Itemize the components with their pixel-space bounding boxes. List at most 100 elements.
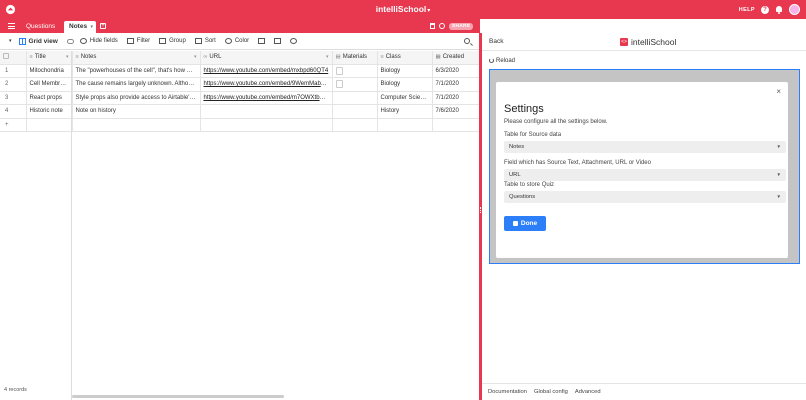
- row-height-icon[interactable]: [258, 38, 266, 44]
- blocks-button[interactable]: BLOCKS: [482, 22, 516, 28]
- cell-created[interactable]: 7/1/2020: [432, 77, 480, 92]
- cell-url[interactable]: https://www.youtube.com/embed/9WemMabX_U: [200, 77, 333, 92]
- frozen-column-divider: [71, 51, 72, 400]
- cell-notes[interactable]: The "powerhouses of the cell", that's ho…: [72, 64, 201, 78]
- source-field-select[interactable]: URL ▼: [504, 169, 786, 181]
- search-icon[interactable]: [464, 38, 470, 44]
- help-icon[interactable]: ?: [761, 5, 769, 14]
- column-header-created[interactable]: ▦ Created: [432, 51, 480, 65]
- cell-title[interactable]: React props: [26, 91, 73, 105]
- cell-notes[interactable]: The cause remains largely unknown. Altho…: [72, 77, 201, 92]
- cell-title[interactable]: Historic note: [26, 104, 73, 119]
- record-count: 4 records: [4, 387, 27, 393]
- attachment-thumbnail[interactable]: [335, 80, 343, 89]
- cell-url[interactable]: https://www.youtube.com/embed/mxbpd60QT4: [200, 64, 333, 78]
- chevron-down-icon: ▼: [776, 172, 781, 177]
- source-table-label: Table for Source data: [504, 132, 562, 138]
- cell-title[interactable]: Mitochondria: [26, 64, 73, 78]
- row-number: 1: [0, 64, 27, 78]
- cell-created[interactable]: 6/3/2020: [432, 64, 480, 78]
- column-header-notes[interactable]: ≡ Notes ▾: [72, 51, 201, 65]
- base-title[interactable]: intelliSchool▾: [0, 4, 806, 14]
- tab-questions[interactable]: Questions: [21, 21, 60, 33]
- cell-materials[interactable]: [332, 64, 378, 78]
- advanced-link[interactable]: Advanced: [575, 389, 601, 395]
- view-switcher[interactable]: Grid view: [18, 37, 58, 45]
- done-button[interactable]: Done: [504, 216, 546, 231]
- share-button[interactable]: SHARE: [449, 22, 474, 30]
- settings-title: Settings: [504, 103, 544, 115]
- tab-notes[interactable]: Notes ▾: [64, 21, 96, 33]
- column-header-title[interactable]: ≡ Title ▾: [26, 51, 73, 65]
- source-field-label: Field which has Source Text, Attachment,…: [504, 160, 651, 166]
- drag-handle-icon[interactable]: [480, 207, 481, 213]
- back-button[interactable]: Back: [489, 38, 503, 45]
- chevron-down-icon: ▾: [427, 8, 431, 14]
- column-header-materials[interactable]: ▤ Materials: [332, 51, 378, 65]
- add-table-button[interactable]: +: [100, 23, 106, 29]
- attachment-icon: ▤: [335, 54, 341, 61]
- reload-icon: [489, 58, 494, 63]
- column-header-url[interactable]: ∞ URL ▾: [200, 51, 333, 65]
- cell-class[interactable]: History: [377, 104, 433, 119]
- documentation-link[interactable]: Documentation: [488, 389, 527, 395]
- cell-notes[interactable]: Style props also provide access to Airta…: [72, 91, 201, 105]
- settings-dialog: × Settings Please configure all the sett…: [496, 82, 788, 258]
- column-header-class[interactable]: ≡ Class: [377, 51, 433, 65]
- help-link[interactable]: HELP: [739, 7, 755, 13]
- cell-notes[interactable]: Note on history: [72, 104, 201, 119]
- cell-class[interactable]: Computer Science: [377, 91, 433, 105]
- group-button[interactable]: Group: [159, 38, 186, 44]
- cell-title[interactable]: Cell Membrane: [26, 77, 73, 92]
- collaborators-icon[interactable]: [66, 38, 74, 44]
- hide-fields-button[interactable]: Hide fields: [79, 38, 118, 44]
- hamburger-menu-icon[interactable]: [8, 23, 15, 29]
- trash-icon[interactable]: [430, 23, 435, 29]
- history-icon[interactable]: [439, 23, 445, 29]
- filter-button[interactable]: Filter: [126, 38, 150, 44]
- reload-button[interactable]: Reload: [489, 58, 515, 64]
- row-number: 3: [0, 91, 27, 105]
- close-icon[interactable]: ×: [776, 87, 781, 96]
- cell-class[interactable]: Biology: [377, 64, 433, 78]
- cell-materials[interactable]: [332, 104, 378, 119]
- horizontal-scrollbar[interactable]: [72, 395, 284, 398]
- filter-icon: [126, 38, 134, 44]
- group-icon: [159, 38, 167, 44]
- quiz-table-label: Table to store Quiz: [504, 182, 555, 188]
- block-title: <> intelliSchool: [620, 37, 677, 47]
- cell-created[interactable]: 7/6/2020: [432, 104, 480, 119]
- block-frame: × Settings Please configure all the sett…: [489, 69, 800, 264]
- user-avatar[interactable]: [789, 4, 800, 15]
- thumbs-up-icon: [512, 220, 518, 226]
- cell-class[interactable]: Biology: [377, 77, 433, 92]
- row-number: 4: [0, 104, 27, 119]
- cell-materials[interactable]: [332, 77, 378, 92]
- link-icon: ∞: [203, 54, 208, 61]
- quiz-table-select[interactable]: Questions ▼: [504, 191, 786, 203]
- date-icon: ▦: [435, 54, 441, 61]
- cell-url[interactable]: [200, 104, 333, 119]
- source-table-select[interactable]: Notes ▼: [504, 141, 786, 153]
- sort-button[interactable]: Sort: [194, 38, 216, 44]
- chevron-down-icon[interactable]: ▾: [9, 38, 12, 44]
- cell-created[interactable]: 7/1/2020: [432, 91, 480, 105]
- table-tabs: Questions Notes ▾ +: [0, 19, 480, 33]
- cell-materials[interactable]: [332, 91, 378, 105]
- blocks-icon: [482, 22, 488, 28]
- text-field-icon: ≡: [29, 54, 33, 61]
- notifications-bell-icon[interactable]: [775, 5, 783, 14]
- grid-icon: [18, 37, 26, 45]
- color-button[interactable]: Color: [224, 38, 249, 44]
- select-all-checkbox[interactable]: [0, 51, 27, 65]
- add-record-button[interactable]: +: [0, 118, 27, 132]
- eye-off-icon: [79, 38, 87, 44]
- text-field-icon: ≡: [380, 54, 384, 61]
- chevron-down-icon[interactable]: ▾: [90, 21, 93, 33]
- global-config-link[interactable]: Global config: [534, 389, 568, 395]
- more-options-icon[interactable]: [290, 38, 298, 44]
- share-view-icon[interactable]: [274, 38, 282, 44]
- attachment-thumbnail[interactable]: [335, 66, 343, 75]
- code-block-icon: <>: [620, 38, 628, 46]
- cell-url[interactable]: https://www.youtube.com/embed/m7OWXtbXX8: [200, 91, 333, 105]
